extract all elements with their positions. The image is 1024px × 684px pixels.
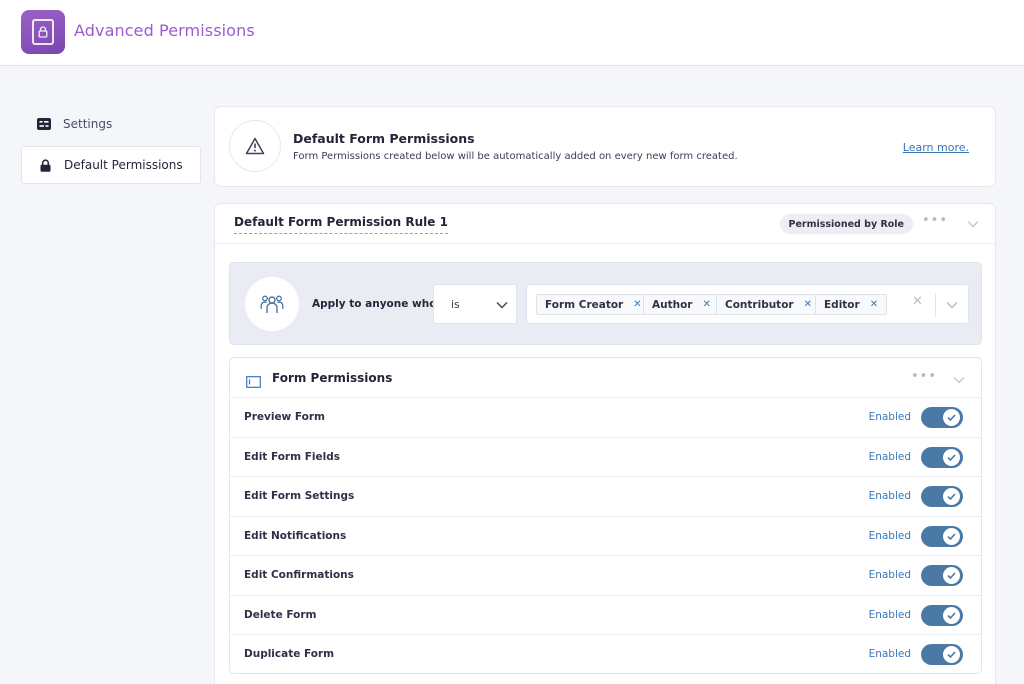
role-tag: Contributor ✕: [716, 294, 821, 315]
rule-type-badge: Permissioned by Role: [779, 214, 913, 234]
checkmark-icon: [943, 409, 960, 426]
permission-row: Edit Confirmations Enabled: [230, 555, 981, 595]
role-tag-label: Editor: [824, 298, 860, 311]
more-options-icon[interactable]: •••: [911, 369, 937, 384]
permission-toggle[interactable]: [921, 526, 963, 547]
permission-status: Enabled: [868, 530, 911, 542]
more-options-icon[interactable]: •••: [922, 213, 948, 228]
divider: [935, 293, 936, 317]
form-permissions-card: Form Permissions ••• Preview Form Enable…: [229, 357, 982, 674]
permission-status: Enabled: [868, 411, 911, 423]
permission-row: Edit Notifications Enabled: [230, 516, 981, 556]
role-tag: Author ✕: [643, 294, 720, 315]
remove-tag-icon[interactable]: ✕: [870, 299, 878, 310]
permission-toggle[interactable]: [921, 644, 963, 665]
app-title: Advanced Permissions: [74, 21, 255, 40]
permission-toggle[interactable]: [921, 605, 963, 626]
permission-toggle[interactable]: [921, 486, 963, 507]
clear-all-icon[interactable]: ✕: [912, 294, 923, 309]
role-tag: Form Creator ✕: [536, 294, 651, 315]
chevron-down-icon: [496, 299, 508, 311]
permission-status: Enabled: [868, 648, 911, 660]
permission-toggle[interactable]: [921, 407, 963, 428]
permission-status: Enabled: [868, 609, 911, 621]
condition-select[interactable]: is: [433, 284, 517, 324]
checkmark-icon: [943, 567, 960, 584]
permission-status: Enabled: [868, 569, 911, 581]
permission-label: Duplicate Form: [244, 648, 335, 660]
rule-title[interactable]: Default Form Permission Rule 1: [234, 215, 448, 234]
info-card: Default Form Permissions Form Permission…: [214, 106, 996, 187]
permission-row: Edit Form Fields Enabled: [230, 437, 981, 477]
checkmark-icon: [943, 528, 960, 545]
info-title: Default Form Permissions: [293, 131, 475, 146]
checkmark-icon: [943, 488, 960, 505]
checkmark-icon: [943, 646, 960, 663]
chevron-down-icon[interactable]: [946, 299, 958, 311]
permission-row: Edit Form Settings Enabled: [230, 476, 981, 516]
checkmark-icon: [943, 449, 960, 466]
checkmark-icon: [943, 607, 960, 624]
app-logo-lock-icon: [21, 10, 65, 54]
role-tag-label: Form Creator: [545, 298, 624, 311]
permission-label: Edit Form Settings: [244, 490, 355, 502]
top-bar: Advanced Permissions: [0, 0, 1024, 66]
permission-status: Enabled: [868, 490, 911, 502]
sidebar-item-label: Default Permissions: [64, 158, 183, 172]
permission-row: Preview Form Enabled: [230, 397, 981, 437]
form-icon: [246, 373, 261, 392]
role-tag-label: Contributor: [725, 298, 794, 311]
permission-toggle[interactable]: [921, 447, 963, 468]
divider: [215, 243, 995, 244]
role-tag-label: Author: [652, 298, 693, 311]
permission-label: Edit Notifications: [244, 530, 347, 542]
role-tag: Editor ✕: [815, 294, 888, 315]
info-description: Form Permissions created below will be a…: [293, 151, 738, 162]
form-permissions-title: Form Permissions: [272, 371, 393, 385]
sidebar-item-label: Settings: [63, 117, 113, 131]
learn-more-link[interactable]: Learn more.: [903, 141, 969, 154]
permission-label: Delete Form: [244, 609, 317, 621]
permission-row: Duplicate Form Enabled: [230, 634, 981, 674]
permission-row: Delete Form Enabled: [230, 595, 981, 635]
roles-multiselect[interactable]: Form Creator ✕ Author ✕ Contributor ✕ Ed…: [526, 284, 969, 324]
warning-icon: [229, 120, 281, 172]
chevron-down-icon[interactable]: [967, 218, 979, 230]
chevron-down-icon[interactable]: [953, 374, 965, 386]
condition-select-value: is: [451, 297, 460, 311]
remove-tag-icon[interactable]: ✕: [633, 299, 641, 310]
apply-condition-box: Apply to anyone who is Form Creator ✕ Au…: [229, 262, 982, 345]
permission-toggle[interactable]: [921, 565, 963, 586]
apply-label: Apply to anyone who: [312, 298, 437, 310]
remove-tag-icon[interactable]: ✕: [804, 299, 812, 310]
users-group-icon: [245, 277, 299, 331]
remove-tag-icon[interactable]: ✕: [703, 299, 711, 310]
permission-label: Edit Form Fields: [244, 451, 340, 463]
lock-icon: [38, 158, 52, 172]
sidebar-item-default-permissions[interactable]: Default Permissions: [21, 146, 201, 184]
permission-label: Edit Confirmations: [244, 569, 354, 581]
permission-label: Preview Form: [244, 411, 325, 423]
sidebar-item-settings[interactable]: Settings: [21, 105, 201, 143]
settings-grid-icon: [37, 117, 51, 131]
permission-status: Enabled: [868, 451, 911, 463]
